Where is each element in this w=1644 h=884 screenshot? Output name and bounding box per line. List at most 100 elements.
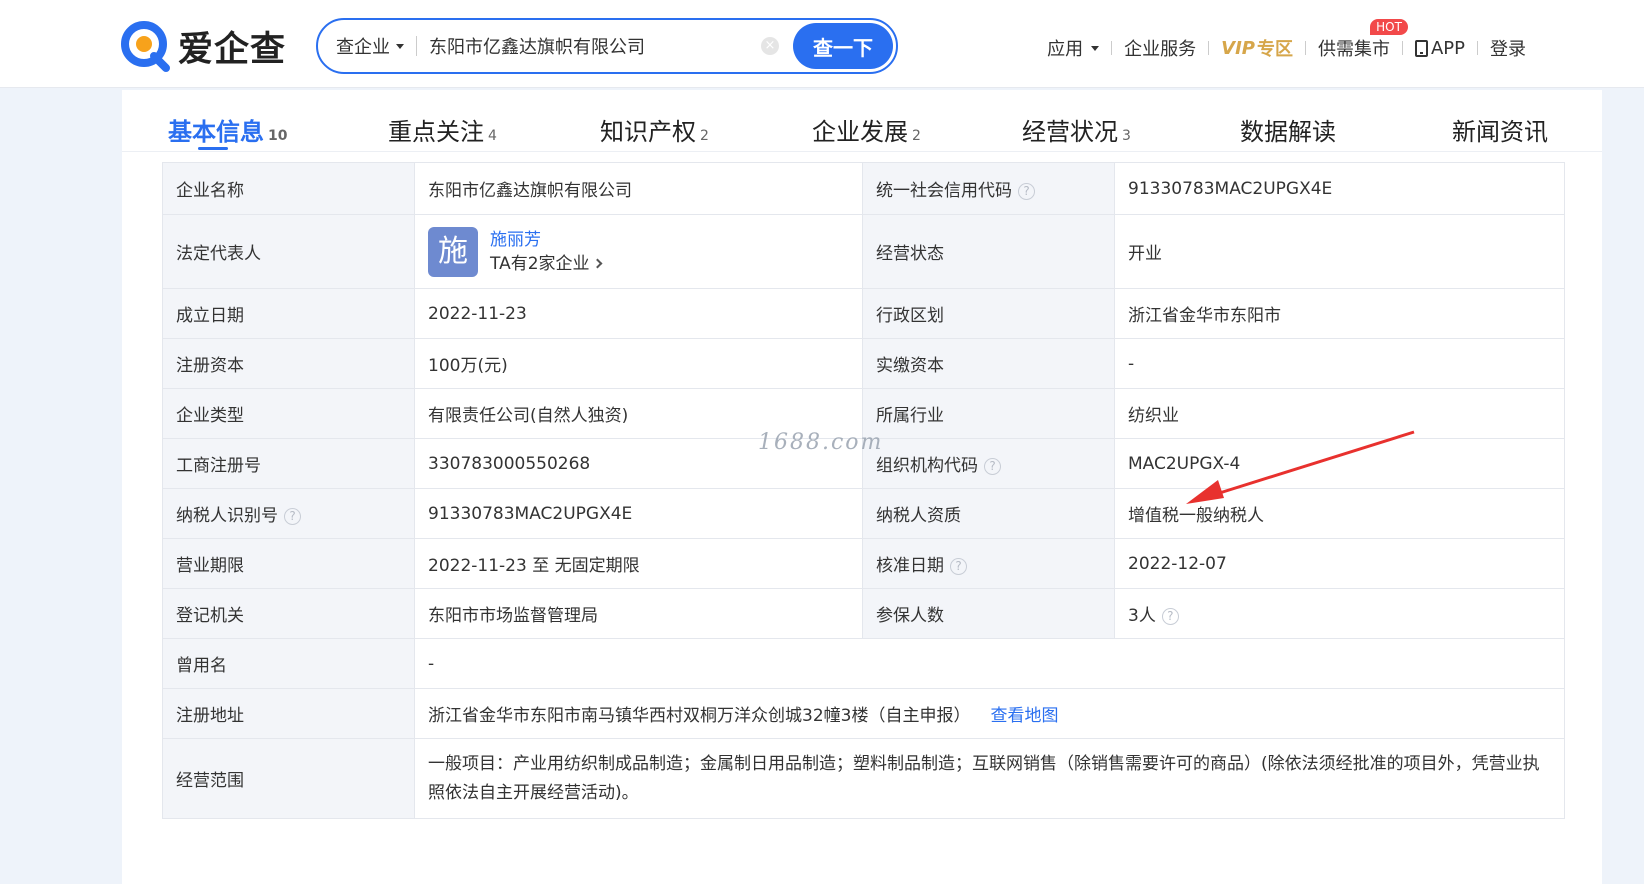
legal-rep-text: 施丽芳 TA有2家企业 [490,228,602,276]
authority-value: 东阳市市场监督管理局 [414,588,863,639]
field-label: 纳税人识别号? [162,488,415,539]
field-label-text: 组织机构代码 [876,456,978,476]
divider [1304,41,1306,55]
industry-value: 纺织业 [1114,388,1565,439]
watermark: 1688.com [758,430,884,455]
logo-text: 爱企查 [178,29,287,70]
vip-sub-label: 专区 [1256,39,1293,60]
field-label: 行政区划 [862,288,1115,339]
field-label: 参保人数 [862,588,1115,639]
tab-basic-info[interactable]: 基本信息 10 [168,112,287,147]
logo-icon [121,21,170,72]
tab-bar: 基本信息 10 重点关注 4 知识产权 2 企业发展 2 经营状况 3 数据解读 新闻资讯 [122,90,1602,152]
search-type-select[interactable]: 查企业 [336,33,404,59]
legal-rep-companies-text: TA有2家企业 [490,253,590,274]
clear-icon[interactable]: × [761,37,779,55]
legal-rep-name-link[interactable]: 施丽芳 [490,228,601,252]
former-name-value: - [414,638,1565,689]
table-row: 法定代表人 施 施丽芳 TA有2家企业 经营状态 开业 [162,214,1565,289]
field-label: 所属行业 [862,388,1115,439]
tab-label: 基本信息 [168,118,264,146]
tab-data-insights[interactable]: 数据解读 [1240,112,1336,147]
field-label: 统一社会信用代码? [862,162,1115,215]
company-name-value: 东阳市亿鑫达旗帜有限公司 [414,162,863,215]
help-icon[interactable]: ? [1161,608,1179,625]
top-header: 爱企查 查企业 × 查一下 应用 企业服务 VIP 专区 供需集市 HOT [0,0,1644,88]
capital-value: 100万(元) [414,338,863,389]
search-button[interactable]: 查一下 [793,23,893,69]
paid-capital-value: - [1114,338,1565,389]
help-icon[interactable]: ? [1018,183,1035,200]
table-row: 纳税人识别号? 91330783MAC2UPGX4E 纳税人资质 增值税一般纳税… [162,488,1565,539]
help-icon[interactable]: ? [984,458,1001,475]
field-label: 注册资本 [162,338,415,389]
field-label: 营业期限 [162,538,415,589]
field-label: 组织机构代码? [862,438,1115,489]
view-map-link[interactable]: 查看地图 [990,706,1058,726]
nav-market[interactable]: 供需集市 HOT [1318,19,1408,61]
field-label: 企业类型 [162,388,415,439]
org-code-value: MAC2UPGX-4 [1114,438,1565,489]
phone-icon [1414,39,1428,57]
chevron-down-icon [396,43,404,49]
field-label: 实缴资本 [862,338,1115,389]
top-nav: 应用 企业服务 VIP 专区 供需集市 HOT APP 登录 [1047,19,1526,61]
insured-cell: 3人? [1114,588,1565,639]
table-row: 注册地址 浙江省金华市东阳市南马镇华西村双桐万洋众创城32幢3楼（自主申报） 查看… [162,688,1565,739]
credit-code-value: 91330783MAC2UPGX4E [1114,162,1565,215]
field-label: 经营范围 [162,738,415,819]
tab-label: 数据解读 [1240,118,1336,146]
search-input[interactable] [429,35,759,57]
field-label: 法定代表人 [162,214,415,289]
field-label: 注册地址 [162,688,415,739]
address-cell: 浙江省金华市东阳市南马镇华西村双桐万洋众创城32幢3楼（自主申报） 查看地图 [414,688,1565,739]
taxpayer-qual-value: 增值税一般纳税人 [1114,488,1565,539]
field-label: 成立日期 [162,288,415,339]
tab-count: 3 [1122,128,1131,144]
nav-login[interactable]: 登录 [1490,35,1526,61]
tab-ip[interactable]: 知识产权 2 [600,112,709,147]
nav-app[interactable]: APP [1414,37,1465,59]
tab-label: 重点关注 [388,118,484,146]
table-row: 经营范围 一般项目：产业用纺织制成品制造；金属制日用品制造；塑料制品制造；互联网… [162,738,1565,819]
company-info-card: 基本信息 10 重点关注 4 知识产权 2 企业发展 2 经营状况 3 数据解读 新闻资讯… [122,90,1602,884]
tab-key-attention[interactable]: 重点关注 4 [388,112,497,147]
table-row: 企业名称 东阳市亿鑫达旗帜有限公司 统一社会信用代码? 91330783MAC2… [162,162,1565,215]
help-icon[interactable]: ? [284,508,301,525]
table-row: 曾用名 - [162,638,1565,689]
taxpayer-id-value: 91330783MAC2UPGX4E [414,488,863,539]
field-label-text: 纳税人识别号 [176,506,278,526]
avatar[interactable]: 施 [428,226,478,277]
legal-rep-companies-link[interactable]: TA有2家企业 [490,252,602,276]
nav-services[interactable]: 企业服务 [1124,35,1196,61]
divider [416,36,417,56]
nav-app-label: APP [1430,37,1465,59]
tab-operations[interactable]: 经营状况 3 [1022,112,1131,147]
founded-value: 2022-11-23 [414,288,863,339]
search-type-label: 查企业 [336,37,390,58]
tab-label: 企业发展 [812,118,908,146]
tab-development[interactable]: 企业发展 2 [812,112,921,147]
address-value: 浙江省金华市东阳市南马镇华西村双桐万洋众创城32幢3楼（自主申报） [428,706,971,726]
tab-count: 2 [912,128,921,144]
hot-badge: HOT [1370,19,1408,35]
vip-label: VIP [1221,37,1255,59]
tab-label: 新闻资讯 [1452,118,1548,146]
active-tab-indicator [198,147,228,150]
nav-apps-label: 应用 [1047,39,1084,60]
field-label: 工商注册号 [162,438,415,489]
table-row: 成立日期 2022-11-23 行政区划 浙江省金华市东阳市 [162,288,1565,339]
legal-rep-cell: 施 施丽芳 TA有2家企业 [414,214,863,289]
field-label: 纳税人资质 [862,488,1115,539]
chevron-down-icon [1091,45,1100,51]
tab-news[interactable]: 新闻资讯 [1452,112,1548,147]
help-icon[interactable]: ? [950,558,967,575]
divider [1401,41,1403,55]
period-value: 2022-11-23 至 无固定期限 [414,538,863,589]
logo[interactable]: 爱企查 [120,20,286,72]
nav-apps[interactable]: 应用 [1047,35,1100,61]
field-label-text: 统一社会信用代码 [876,181,1012,201]
nav-vip[interactable]: VIP 专区 [1221,35,1293,61]
insured-value: 3人 [1128,606,1156,626]
region-value: 浙江省金华市东阳市 [1114,288,1565,339]
